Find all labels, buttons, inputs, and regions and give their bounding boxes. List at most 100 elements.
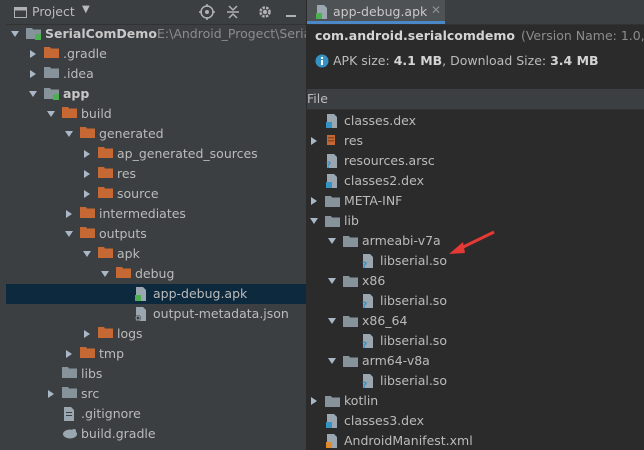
tree-item-ap-generated-sources[interactable]: ap_generated_sources [6, 144, 306, 164]
expanded-arrow-icon[interactable] [28, 84, 38, 104]
apk-tree-item-label: arm64-v8a [362, 353, 430, 368]
apk-tree-item-classes2-dex[interactable]: classes2.dex [307, 171, 644, 191]
expanded-arrow-icon[interactable] [46, 104, 56, 124]
folder-gray-icon [343, 313, 359, 329]
collapsed-arrow-icon[interactable] [82, 164, 92, 184]
chevron-down-icon[interactable]: ▼ [82, 4, 90, 15]
tree-item-label: app [63, 86, 90, 101]
apk-tree-item-androidmanifest-xml[interactable]: AndroidManifest.xml [307, 431, 644, 450]
collapsed-arrow-icon[interactable] [82, 144, 92, 164]
apk-tree-item-label: META-INF [344, 193, 403, 208]
apk-size-info: APK size: 4.1 MB, Download Size: 3.4 MB [315, 53, 599, 71]
apk-tree-item-label: AndroidManifest.xml [344, 433, 473, 448]
collapse-all-icon[interactable] [224, 3, 242, 21]
apk-tree-item-meta-inf[interactable]: META-INF [307, 191, 644, 211]
tree-item-build[interactable]: build [6, 104, 306, 124]
tree-item-serialcomdemo[interactable]: SerialComDemoE:\Android_Progect\SerialC [6, 24, 306, 44]
tree-item-res[interactable]: res [6, 164, 306, 184]
expanded-arrow-icon[interactable] [327, 271, 337, 291]
tree-item-build-gradle[interactable]: build.gradle [6, 424, 306, 444]
tree-item-debug[interactable]: debug [6, 264, 306, 284]
apk-tree-item-libserial-so[interactable]: ? libserial.so [307, 331, 644, 351]
apk-size-value: 4.1 MB [393, 53, 443, 68]
tree-item-tmp[interactable]: tmp [6, 344, 306, 364]
dex-file-icon [325, 173, 341, 189]
folder-orange-icon [62, 106, 78, 122]
tree-item-generated[interactable]: generated [6, 124, 306, 144]
tree-item-idea[interactable]: .idea [6, 64, 306, 84]
tree-item-label: generated [99, 126, 164, 141]
expanded-arrow-icon[interactable] [10, 24, 20, 44]
folder-orange-icon [80, 226, 96, 242]
file-column-header[interactable]: File [307, 89, 644, 110]
collapsed-arrow-icon[interactable] [82, 184, 92, 204]
tree-item-apk[interactable]: apk [6, 244, 306, 264]
folder-gray-icon [44, 66, 60, 82]
version-info: (Version Name: 1.0, Versio [520, 28, 644, 43]
tree-item-source[interactable]: source [6, 184, 306, 204]
gear-icon[interactable] [256, 3, 274, 21]
folder-orange-icon [44, 46, 60, 62]
apk-tree-item-resources-arsc[interactable]: ? resources.arsc [307, 151, 644, 171]
tab-app-debug-apk[interactable]: app-debug.apk ✕ [307, 0, 445, 24]
apk-tree-item-x86[interactable]: x86 [307, 271, 644, 291]
expanded-arrow-icon[interactable] [64, 224, 74, 244]
collapsed-arrow-icon[interactable] [64, 204, 74, 224]
collapsed-arrow-icon[interactable] [82, 324, 92, 344]
project-panel: Project ▼ SerialComDemo E:\Android_Progec… [6, 0, 306, 450]
expanded-arrow-icon[interactable] [64, 124, 74, 144]
folder-gray-icon [62, 366, 78, 382]
apk-tree-item-libserial-so[interactable]: ? libserial.so [307, 291, 644, 311]
gradle-file-icon [62, 426, 78, 442]
close-icon[interactable]: ✕ [431, 3, 441, 17]
tree-item-label: build.gradle [81, 426, 156, 441]
tree-item-intermediates[interactable]: intermediates [6, 204, 306, 224]
apk-tree-item-res[interactable]: res [307, 131, 644, 151]
apk-tree-item-arm64-v8a[interactable]: arm64-v8a [307, 351, 644, 371]
collapsed-arrow-icon[interactable] [28, 64, 38, 84]
expanded-arrow-icon[interactable] [82, 244, 92, 264]
folder-gray-icon [343, 233, 359, 249]
collapsed-arrow-icon[interactable] [309, 131, 319, 151]
project-panel-title[interactable]: Project [32, 4, 75, 19]
expanded-arrow-icon[interactable] [327, 311, 337, 331]
project-view-icon [14, 6, 27, 18]
apk-tree-item-classes-dex[interactable]: classes.dex [307, 111, 644, 131]
crosshair-icon[interactable] [198, 3, 216, 21]
tree-item-gitignore[interactable]: .gitignore [6, 404, 306, 424]
apk-tree-item-lib[interactable]: lib [307, 211, 644, 231]
svg-text:?: ? [326, 161, 331, 169]
tree-item-src[interactable]: src [6, 384, 306, 404]
tree-item-app[interactable]: app [6, 84, 306, 104]
apk-tree-item-x86-64[interactable]: x86_64 [307, 311, 644, 331]
apk-tree-item-libserial-so[interactable]: ? libserial.so [307, 371, 644, 391]
expanded-arrow-icon[interactable] [327, 351, 337, 371]
collapsed-arrow-icon[interactable] [309, 191, 319, 211]
apk-tree-item-label: armeabi-v7a [362, 233, 441, 248]
tree-item-label: debug [135, 266, 175, 281]
tree-item-label: SerialComDemo [45, 26, 157, 41]
folder-orange-icon [80, 126, 96, 142]
tree-item-app-debug-apk[interactable]: app-debug.apk [6, 284, 306, 304]
folder-gray-icon [62, 386, 78, 402]
tree-item-label: output-metadata.json [153, 306, 289, 321]
expanded-arrow-icon[interactable] [327, 231, 337, 251]
collapsed-arrow-icon[interactable] [309, 391, 319, 411]
tree-item-outputs[interactable]: outputs [6, 224, 306, 244]
tree-item-label: logs [117, 326, 143, 341]
hide-icon[interactable] [282, 3, 300, 21]
apk-tree-item-kotlin[interactable]: kotlin [307, 391, 644, 411]
expanded-arrow-icon[interactable] [100, 264, 110, 284]
tree-item-label: build [81, 106, 112, 121]
module-folder-icon [44, 86, 60, 102]
collapsed-arrow-icon[interactable] [64, 344, 74, 364]
collapsed-arrow-icon[interactable] [46, 384, 56, 404]
tree-item-libs[interactable]: libs [6, 364, 306, 384]
tree-item-gradle[interactable]: .gradle [6, 44, 306, 64]
tree-item-logs[interactable]: logs [6, 324, 306, 344]
apk-tree-item-classes3-dex[interactable]: classes3.dex [307, 411, 644, 431]
expanded-arrow-icon[interactable] [309, 211, 319, 231]
dex-file-icon [325, 413, 341, 429]
collapsed-arrow-icon[interactable] [28, 44, 38, 64]
tree-item-output-metadata-json[interactable]: output-metadata.json [6, 304, 306, 324]
